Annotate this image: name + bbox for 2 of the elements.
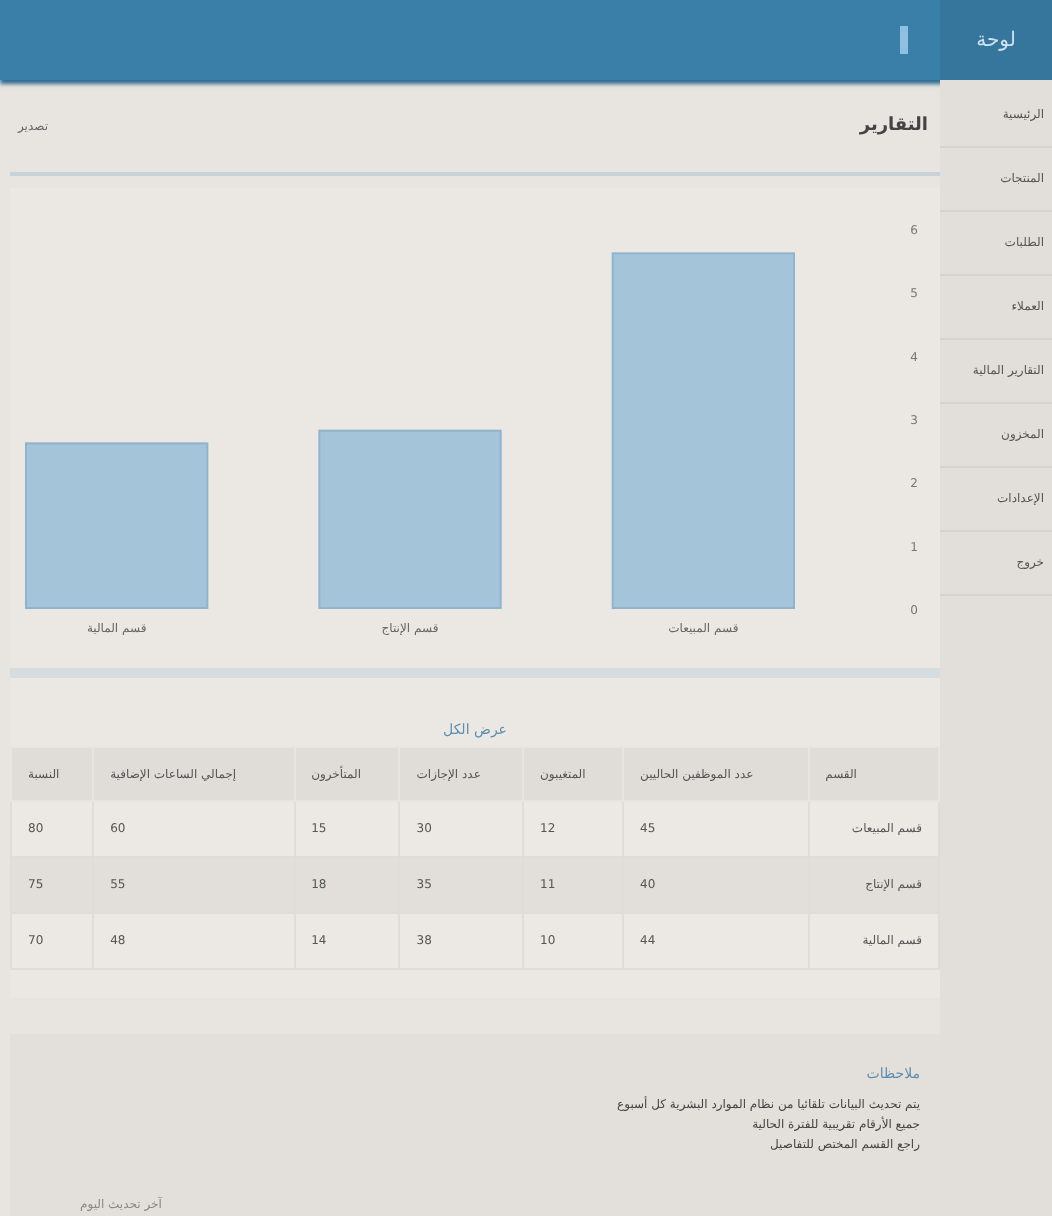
app-title: لوحة	[940, 0, 1052, 80]
page-title: التقارير	[859, 116, 928, 136]
